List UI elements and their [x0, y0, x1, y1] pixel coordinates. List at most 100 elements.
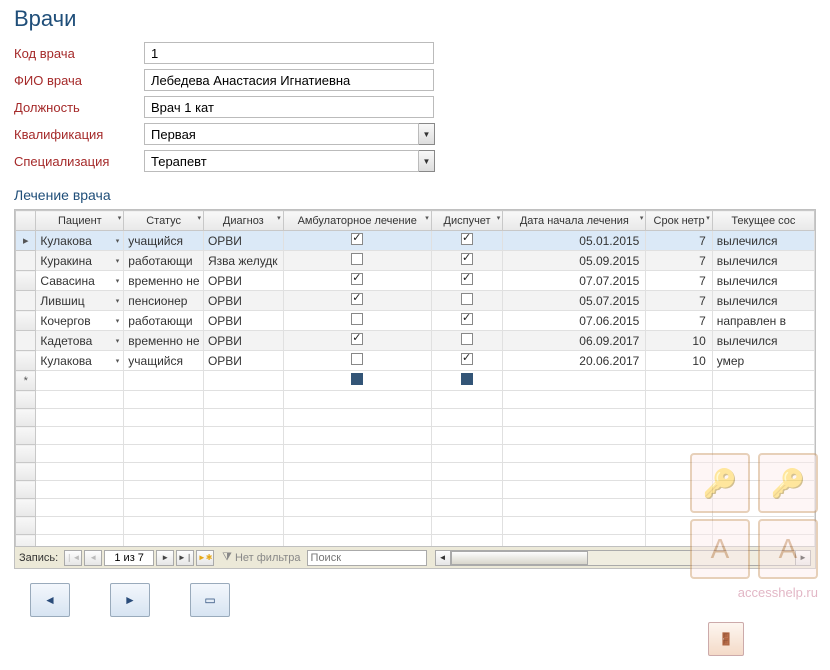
- combo-qualification-dropdown[interactable]: ▼: [419, 123, 435, 145]
- cell-current-state[interactable]: вылечился: [712, 331, 814, 351]
- input-code[interactable]: [144, 42, 434, 64]
- nav-new[interactable]: ►✱: [196, 550, 214, 566]
- nav-position[interactable]: [104, 550, 154, 566]
- cell-diagnosis[interactable]: ОРВИ: [203, 331, 283, 351]
- cell-diagnosis[interactable]: ОРВИ: [203, 351, 283, 371]
- cell-dispatch[interactable]: [431, 331, 503, 351]
- cell-status[interactable]: работающи: [124, 251, 204, 271]
- row-selector[interactable]: [16, 351, 36, 371]
- cell-start-date[interactable]: 06.09.2017: [503, 331, 646, 351]
- edit-button[interactable]: ▭: [190, 583, 230, 617]
- input-position[interactable]: [144, 96, 434, 118]
- cell-diagnosis[interactable]: ОРВИ: [203, 291, 283, 311]
- table-row[interactable]: ▸Кулакова▾учащийсяОРВИ05.01.20157вылечил…: [16, 231, 815, 251]
- cell-ambulatory[interactable]: [283, 231, 431, 251]
- cell-patient[interactable]: Куракина▾: [36, 251, 124, 271]
- nav-last[interactable]: ►❘: [176, 550, 194, 566]
- cell-status[interactable]: учащийся: [124, 231, 204, 251]
- cell-dispatch[interactable]: [431, 351, 503, 371]
- col-dispatch[interactable]: Диспучет▾: [431, 211, 503, 231]
- cell-patient[interactable]: Лившиц▾: [36, 291, 124, 311]
- row-selector[interactable]: [16, 291, 36, 311]
- cell-disability[interactable]: 7: [646, 231, 712, 251]
- cell-ambulatory[interactable]: [283, 251, 431, 271]
- nav-prev[interactable]: ◄: [84, 550, 102, 566]
- row-selector[interactable]: [16, 311, 36, 331]
- col-start-date[interactable]: Дата начала лечения▾: [503, 211, 646, 231]
- cell-patient[interactable]: Кадетова▾: [36, 331, 124, 351]
- cell-disability[interactable]: 7: [646, 291, 712, 311]
- cell-current-state[interactable]: вылечился: [712, 231, 814, 251]
- cell-current-state[interactable]: вылечился: [712, 291, 814, 311]
- cell-dispatch[interactable]: [431, 291, 503, 311]
- input-name[interactable]: [144, 69, 434, 91]
- horizontal-scrollbar[interactable]: ◄ ►: [435, 550, 811, 566]
- cell-current-state[interactable]: вылечился: [712, 271, 814, 291]
- cell-disability[interactable]: 7: [646, 251, 712, 271]
- cell-patient[interactable]: Кочергов▾: [36, 311, 124, 331]
- cell-disability[interactable]: 7: [646, 271, 712, 291]
- nav-filter[interactable]: ⧩ Нет фильтра: [222, 551, 300, 564]
- col-diagnosis[interactable]: Диагноз▾: [203, 211, 283, 231]
- combo-specialization-dropdown[interactable]: ▼: [419, 150, 435, 172]
- col-ambulatory[interactable]: Амбулаторное лечение▾: [283, 211, 431, 231]
- combo-specialization[interactable]: [144, 150, 419, 172]
- cell-diagnosis[interactable]: ОРВИ: [203, 271, 283, 291]
- nav-search[interactable]: [307, 550, 427, 566]
- cell-dispatch[interactable]: [431, 231, 503, 251]
- cell-current-state[interactable]: направлен в: [712, 311, 814, 331]
- cell-dispatch[interactable]: [431, 311, 503, 331]
- combo-qualification[interactable]: [144, 123, 419, 145]
- cell-start-date[interactable]: 05.07.2015: [503, 291, 646, 311]
- cell-disability[interactable]: 10: [646, 351, 712, 371]
- cell-diagnosis[interactable]: ОРВИ: [203, 311, 283, 331]
- col-selector[interactable]: [16, 211, 36, 231]
- cell-start-date[interactable]: 20.06.2017: [503, 351, 646, 371]
- table-row[interactable]: Савасина▾временно неОРВИ 07.07.20157вылеч…: [16, 271, 815, 291]
- next-record-button[interactable]: ►: [110, 583, 150, 617]
- cell-ambulatory[interactable]: [283, 351, 431, 371]
- scroll-thumb[interactable]: [451, 551, 589, 565]
- cell-status[interactable]: пенсионер: [124, 291, 204, 311]
- table-row[interactable]: Кочергов▾работающиОРВИ07.06.20157направл…: [16, 311, 815, 331]
- cell-patient[interactable]: Кулакова▾: [36, 231, 124, 251]
- cell-status[interactable]: учащийся: [124, 351, 204, 371]
- data-grid[interactable]: Пациент▾ Статус▾ Диагноз▾ Амбулаторное л…: [15, 210, 815, 546]
- scroll-right[interactable]: ►: [795, 550, 811, 566]
- table-row[interactable]: Куракина▾работающиЯзва желудк 05.09.20157…: [16, 251, 815, 271]
- cell-dispatch[interactable]: [431, 251, 503, 271]
- cell-current-state[interactable]: умер: [712, 351, 814, 371]
- cell-status[interactable]: работающи: [124, 311, 204, 331]
- cell-start-date[interactable]: 05.01.2015: [503, 231, 646, 251]
- col-patient[interactable]: Пациент▾: [36, 211, 124, 231]
- col-disability[interactable]: Срок нетр▾: [646, 211, 712, 231]
- table-row[interactable]: Кадетова▾временно неОРВИ 06.09.201710выле…: [16, 331, 815, 351]
- row-selector[interactable]: ▸: [16, 231, 36, 251]
- cell-ambulatory[interactable]: [283, 271, 431, 291]
- cell-status[interactable]: временно не: [124, 271, 204, 291]
- new-record-marker[interactable]: *: [16, 371, 36, 391]
- table-row[interactable]: Кулакова▾учащийсяОРВИ 20.06.201710умер: [16, 351, 815, 371]
- cell-ambulatory[interactable]: [283, 291, 431, 311]
- nav-next[interactable]: ►: [156, 550, 174, 566]
- cell-ambulatory[interactable]: [283, 331, 431, 351]
- row-selector[interactable]: [16, 271, 36, 291]
- cell-start-date[interactable]: 05.09.2015: [503, 251, 646, 271]
- cell-patient[interactable]: Кулакова▾: [36, 351, 124, 371]
- row-selector[interactable]: [16, 251, 36, 271]
- table-row[interactable]: Лившиц▾пенсионерОРВИ 05.07.20157вылечился: [16, 291, 815, 311]
- cell-current-state[interactable]: вылечился: [712, 251, 814, 271]
- cell-dispatch[interactable]: [431, 271, 503, 291]
- scroll-left[interactable]: ◄: [435, 550, 451, 566]
- new-record-row[interactable]: *: [16, 371, 815, 391]
- cell-start-date[interactable]: 07.06.2015: [503, 311, 646, 331]
- cell-status[interactable]: временно не: [124, 331, 204, 351]
- exit-button[interactable]: 🚪: [708, 622, 744, 656]
- cell-patient[interactable]: Савасина▾: [36, 271, 124, 291]
- col-status[interactable]: Статус▾: [124, 211, 204, 231]
- cell-diagnosis[interactable]: Язва желудк: [203, 251, 283, 271]
- row-selector[interactable]: [16, 331, 36, 351]
- cell-start-date[interactable]: 07.07.2015: [503, 271, 646, 291]
- cell-disability[interactable]: 10: [646, 331, 712, 351]
- cell-ambulatory[interactable]: [283, 311, 431, 331]
